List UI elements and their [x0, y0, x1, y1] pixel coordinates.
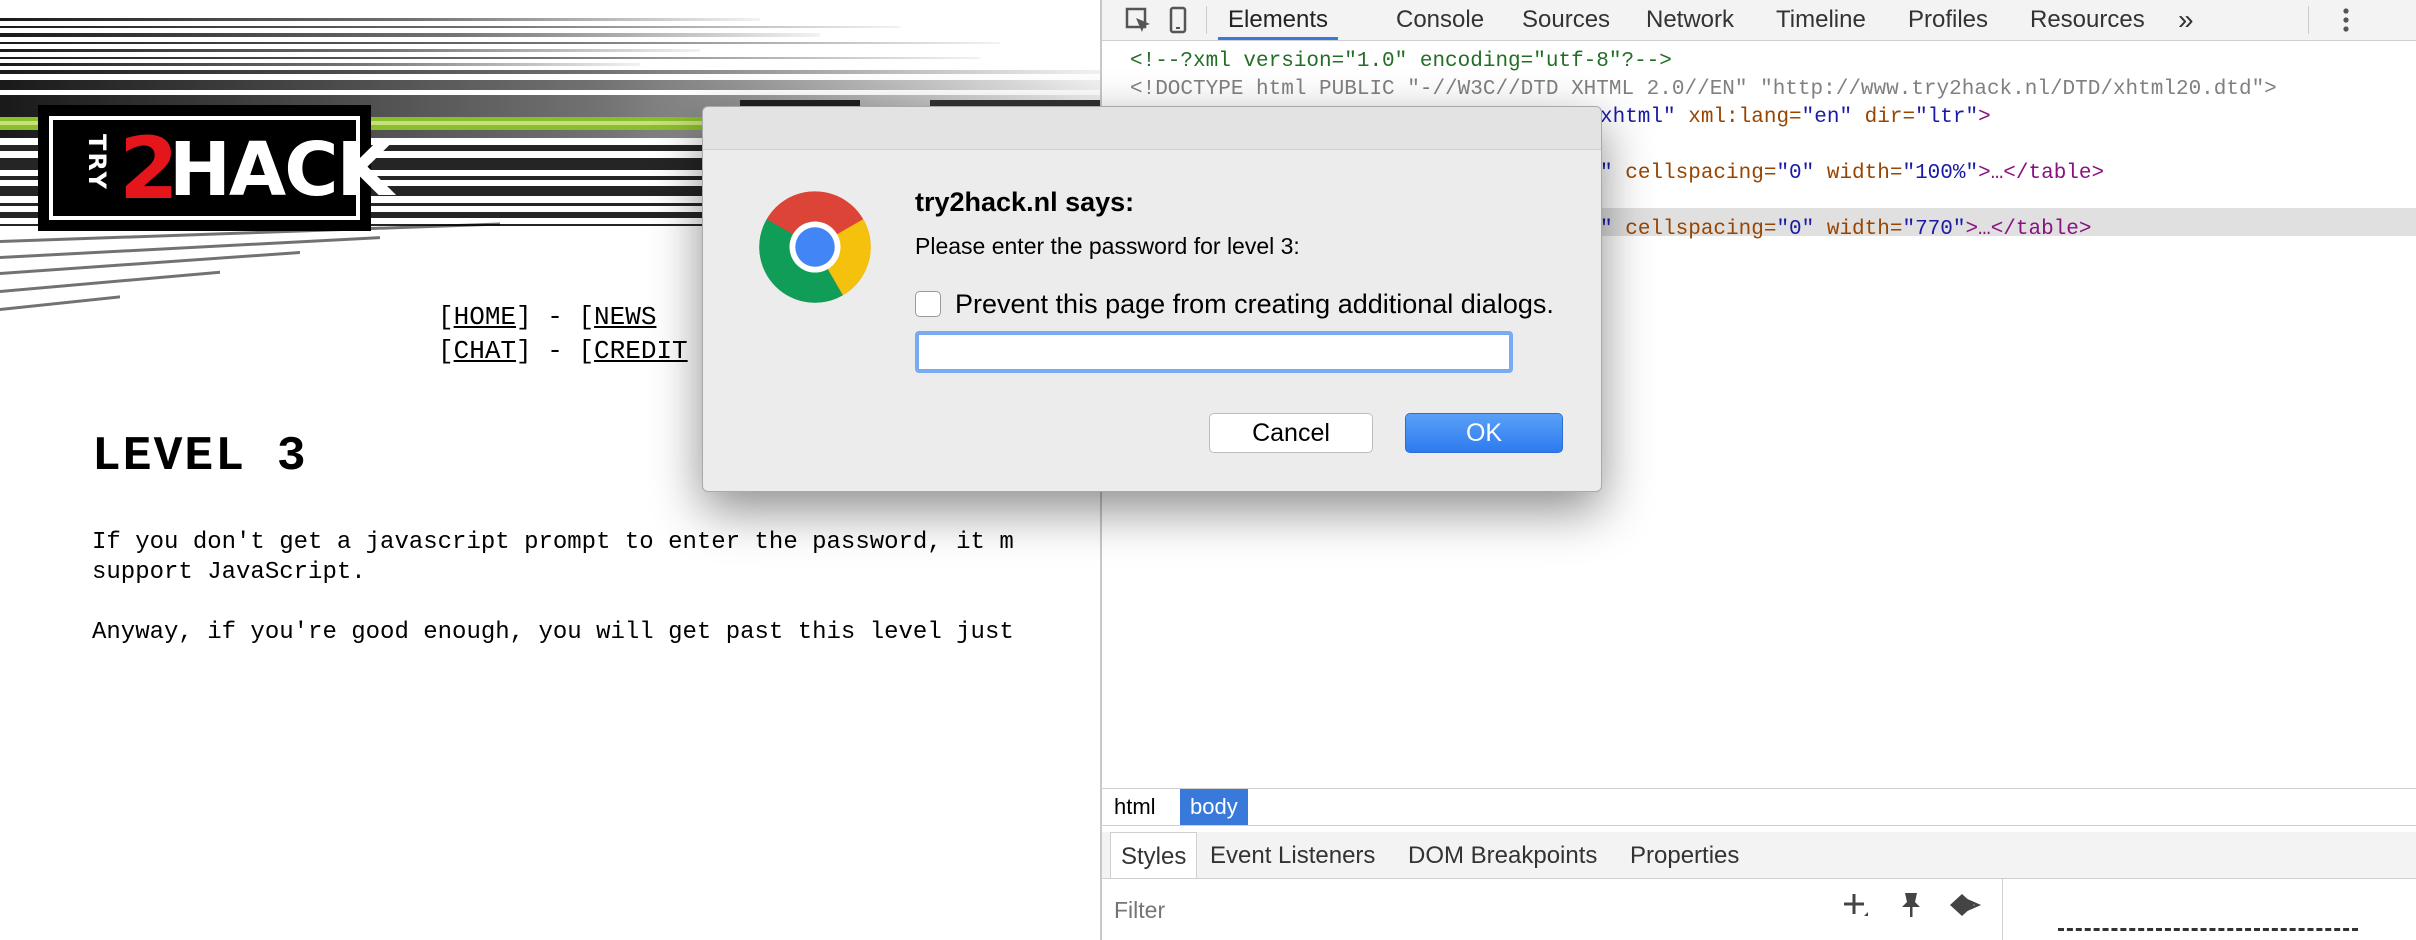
logo-frame: TRY 2 HACK — [49, 116, 394, 220]
filter-actions — [1840, 890, 1982, 927]
prevent-dialogs-label[interactable]: Prevent this page from creating addition… — [955, 289, 1554, 320]
ok-button[interactable]: OK — [1405, 413, 1563, 453]
dom-html-tag[interactable]: xhtml" xml:lang="en" dir="ltr"> — [1600, 106, 1991, 129]
tab-dom-breakpoints[interactable]: DOM Breakpoints — [1408, 832, 1597, 878]
tab-profiles[interactable]: Profiles — [1908, 0, 1988, 40]
breadcrumb: html body — [1102, 788, 2416, 826]
site-nav: [HOME] - [NEWS [CHAT] - [CREDIT — [438, 300, 688, 368]
toggle-state-icon[interactable] — [1948, 890, 1982, 920]
kebab-menu-icon[interactable] — [2332, 6, 2360, 34]
page-title: LEVEL 3 — [92, 430, 308, 484]
dialog-titlebar[interactable] — [703, 107, 1601, 150]
devtools-toolbar: Elements Console Sources Network Timelin… — [1102, 0, 2416, 41]
toolbar-divider — [2308, 6, 2309, 34]
page-body-text: If you don't get a javascript prompt to … — [92, 528, 1014, 648]
inspect-icon[interactable] — [1124, 6, 1152, 34]
password-input[interactable] — [915, 331, 1513, 373]
tab-event-listeners[interactable]: Event Listeners — [1210, 832, 1375, 878]
metrics-box-border — [2058, 928, 2358, 931]
body-line: Anyway, if you're good enough, you will … — [92, 619, 1014, 646]
prompt-dialog: try2hack.nl says: Please enter the passw… — [702, 106, 1602, 492]
dom-xml-comment[interactable]: <!--?xml version="1.0" encoding="utf-8"?… — [1130, 50, 1672, 73]
pin-icon[interactable] — [1896, 890, 1926, 920]
dom-doctype[interactable]: <!DOCTYPE html PUBLIC "-//W3C//DTD XHTML… — [1130, 78, 2277, 101]
tab-sources[interactable]: Sources — [1522, 0, 1610, 40]
breadcrumb-body[interactable]: body — [1180, 789, 1248, 825]
dialog-title: try2hack.nl says: — [915, 187, 1135, 217]
nav-separator: ] - [ — [516, 302, 595, 332]
nav-credits-link[interactable]: CREDIT — [594, 336, 688, 366]
styles-filter-input[interactable] — [1112, 892, 1816, 928]
body-line: If you don't get a javascript prompt to … — [92, 529, 1014, 556]
add-rule-icon[interactable] — [1840, 890, 1870, 920]
nav-chat-link[interactable]: CHAT — [454, 336, 516, 366]
tab-elements[interactable]: Elements — [1218, 0, 1339, 40]
tab-console[interactable]: Console — [1396, 0, 1484, 40]
tab-styles[interactable]: Styles — [1110, 832, 1198, 878]
dom-table-row[interactable]: " cellspacing="0" width="770">…</table> — [1600, 218, 2092, 241]
tab-timeline[interactable]: Timeline — [1776, 0, 1866, 40]
breadcrumb-html[interactable]: html — [1104, 789, 1166, 825]
tab-properties[interactable]: Properties — [1630, 832, 1739, 878]
styles-filter-row — [1102, 878, 2003, 940]
site-logo[interactable]: TRY 2 HACK — [38, 105, 394, 231]
dom-table-row[interactable]: " cellspacing="0" width="100%">…</table> — [1600, 162, 2104, 185]
nav-news-link[interactable]: NEWS — [594, 302, 656, 332]
tab-network[interactable]: Network — [1646, 0, 1734, 40]
logo-try-text: TRY — [83, 134, 111, 191]
nav-row-1: [HOME] - [NEWS — [438, 302, 657, 332]
prevent-dialogs-checkbox[interactable] — [915, 291, 941, 317]
styles-tab-bar: Styles Event Listeners DOM Breakpoints P… — [1102, 832, 2416, 879]
dialog-message: Please enter the password for level 3: — [915, 233, 1300, 259]
cancel-button[interactable]: Cancel — [1209, 413, 1373, 453]
nav-row-2: [CHAT] - [CREDIT — [438, 336, 688, 366]
more-tabs-icon[interactable]: » — [2178, 0, 2194, 40]
logo-hack-text: HACK — [169, 127, 394, 213]
body-line: support JavaScript. — [92, 559, 366, 586]
nav-home-link[interactable]: HOME — [454, 302, 516, 332]
device-icon[interactable] — [1164, 6, 1192, 34]
nav-separator: ] - [ — [516, 336, 595, 366]
toolbar-divider — [1206, 6, 1207, 34]
tab-resources[interactable]: Resources — [2030, 0, 2145, 40]
chrome-logo-icon — [759, 191, 871, 303]
